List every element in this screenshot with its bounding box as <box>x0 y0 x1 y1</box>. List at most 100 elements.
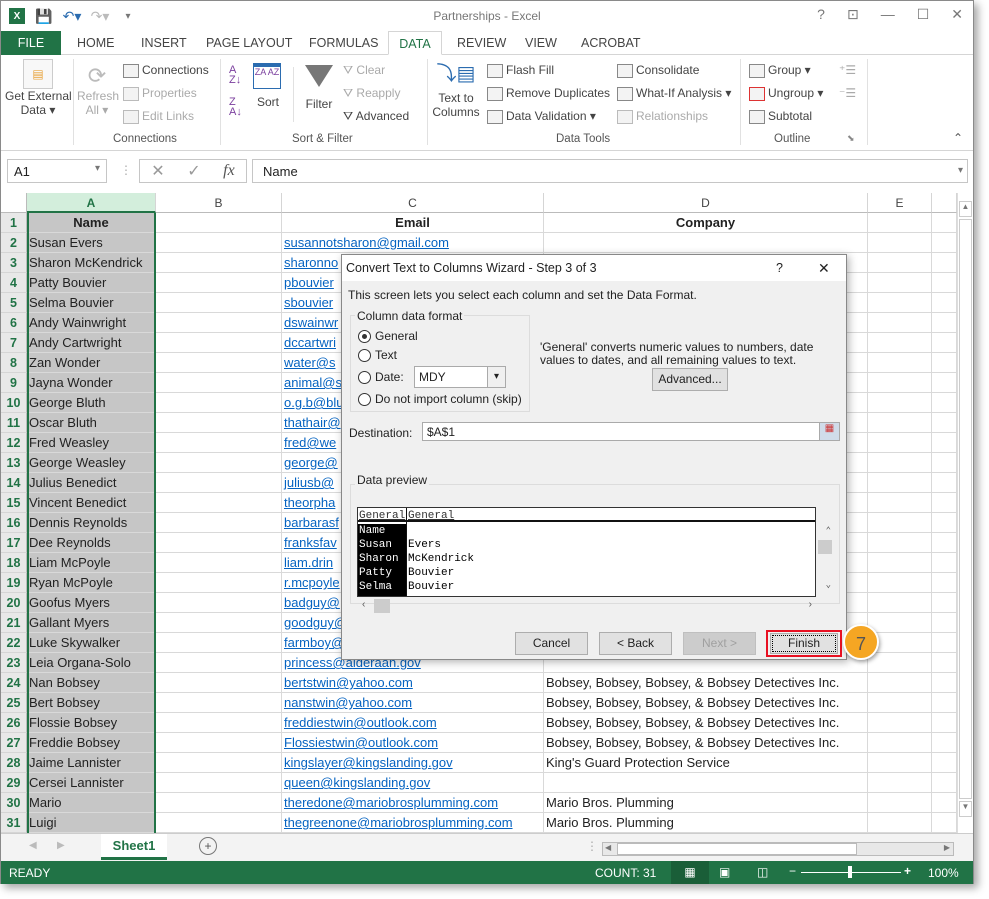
cell-f[interactable] <box>932 473 957 493</box>
row-header[interactable]: 27 <box>1 733 27 753</box>
cell-f[interactable] <box>932 513 957 533</box>
radio-text-indicator[interactable] <box>358 348 371 362</box>
sort-button[interactable]: ZA AZ Sort <box>253 63 283 109</box>
row-header[interactable]: 4 <box>1 273 27 293</box>
cell-f[interactable] <box>932 353 957 373</box>
row-header[interactable]: 19 <box>1 573 27 593</box>
cell-e[interactable] <box>868 333 932 353</box>
formula-input[interactable]: Name <box>252 159 968 183</box>
column-header-a[interactable]: A <box>27 193 156 213</box>
cell-email[interactable]: nanstwin@yahoo.com <box>282 693 544 713</box>
cell-b[interactable] <box>156 373 282 393</box>
cell-b[interactable] <box>156 693 282 713</box>
row-header[interactable]: 22 <box>1 633 27 653</box>
cell-f[interactable] <box>932 813 957 833</box>
cell-f[interactable] <box>932 653 957 673</box>
cell-e[interactable] <box>868 733 932 753</box>
cell-b[interactable] <box>156 253 282 273</box>
preview-scroll-up-icon[interactable]: ⌃ <box>826 526 831 536</box>
cell-e[interactable] <box>868 213 932 233</box>
cancel-button[interactable]: Cancel <box>515 632 588 655</box>
row-header[interactable]: 11 <box>1 413 27 433</box>
tab-view[interactable]: VIEW <box>521 31 561 55</box>
cell-b[interactable] <box>156 313 282 333</box>
row-header[interactable]: 17 <box>1 533 27 553</box>
insert-function-icon[interactable]: fx <box>223 162 235 180</box>
tab-data[interactable]: DATA <box>388 31 442 55</box>
range-selector-icon[interactable]: ▦ <box>819 423 839 440</box>
cell-b[interactable] <box>156 393 282 413</box>
confirm-entry-icon[interactable]: ✓ <box>187 161 200 181</box>
get-external-data-button[interactable]: ▤ Get External Data ▾ <box>5 59 72 117</box>
row-header[interactable]: 23 <box>1 653 27 673</box>
row-header[interactable]: 9 <box>1 373 27 393</box>
radio-date-indicator[interactable] <box>358 370 371 384</box>
radio-general-indicator[interactable] <box>358 329 371 343</box>
cell-f[interactable] <box>932 433 957 453</box>
refresh-all-button[interactable]: ⟳ Refresh All ▾ <box>77 63 119 117</box>
row-header[interactable]: 26 <box>1 713 27 733</box>
cell-b[interactable] <box>156 653 282 673</box>
zoom-level[interactable]: 100% <box>928 866 959 880</box>
subtotal-button[interactable]: Subtotal <box>749 109 812 124</box>
data-preview-table[interactable]: General General Name Susan Evers Sharon McKe… <box>357 507 831 597</box>
scroll-left-icon[interactable]: ◀ <box>605 843 611 852</box>
zoom-in-icon[interactable]: + <box>904 864 911 878</box>
cell-e[interactable] <box>868 573 932 593</box>
row-header[interactable]: 13 <box>1 453 27 473</box>
tab-review[interactable]: REVIEW <box>453 31 510 55</box>
h-scroll-thumb[interactable] <box>617 843 857 855</box>
cell-e[interactable] <box>868 753 932 773</box>
cell-e[interactable] <box>868 453 932 473</box>
cell-b[interactable] <box>156 773 282 793</box>
preview-v-thumb[interactable] <box>818 540 832 554</box>
column-header-d[interactable]: D <box>544 193 868 213</box>
row-header[interactable]: 20 <box>1 593 27 613</box>
row-header[interactable]: 6 <box>1 313 27 333</box>
cell-email[interactable]: freddiestwin@outlook.com <box>282 713 544 733</box>
cell-e[interactable] <box>868 353 932 373</box>
chevron-down-icon[interactable]: ▾ <box>487 367 505 387</box>
cell-f[interactable] <box>932 693 957 713</box>
cell-f[interactable] <box>932 613 957 633</box>
prev-sheet-icon[interactable]: ◀ <box>29 840 37 851</box>
tab-home[interactable]: HOME <box>73 31 119 55</box>
cell-b[interactable] <box>156 673 282 693</box>
reapply-button[interactable]: ⛛ Reapply <box>343 86 400 101</box>
back-button[interactable]: < Back <box>599 632 672 655</box>
cell-b[interactable] <box>156 453 282 473</box>
cell-e[interactable] <box>868 393 932 413</box>
cell-f[interactable] <box>932 213 957 233</box>
cell-b[interactable] <box>156 573 282 593</box>
cell-b[interactable] <box>156 553 282 573</box>
row-header[interactable]: 7 <box>1 333 27 353</box>
cell-e[interactable] <box>868 293 932 313</box>
preview-scroll-left-icon[interactable]: ‹ <box>362 599 365 610</box>
cell-email[interactable]: susannotsharon@gmail.com <box>282 233 544 253</box>
advanced-button[interactable]: Advanced... <box>652 368 728 391</box>
row-header[interactable]: 28 <box>1 753 27 773</box>
close-icon[interactable]: ✕ <box>951 6 963 23</box>
cell-e[interactable] <box>868 673 932 693</box>
cell-company[interactable]: King's Guard Protection Service <box>544 753 868 773</box>
cell-b[interactable] <box>156 593 282 613</box>
scroll-thumb[interactable] <box>959 219 972 799</box>
preview-scroll-down-icon[interactable]: ⌄ <box>826 580 831 590</box>
cell-b[interactable] <box>156 753 282 773</box>
cell-f[interactable] <box>932 413 957 433</box>
clear-button[interactable]: ⛛ Clear <box>343 63 385 78</box>
next-button[interactable]: Next > <box>683 632 756 655</box>
cell-e[interactable] <box>868 553 932 573</box>
cell-email[interactable]: theredone@mariobrosplumming.com <box>282 793 544 813</box>
scroll-down-icon[interactable]: ▼ <box>959 801 972 817</box>
minimize-icon[interactable]: — <box>881 6 895 23</box>
cell-f[interactable] <box>932 373 957 393</box>
cell-e[interactable] <box>868 613 932 633</box>
cell-b[interactable] <box>156 293 282 313</box>
select-all-corner[interactable] <box>1 193 27 213</box>
cell-company[interactable]: Bobsey, Bobsey, Bobsey, & Bobsey Detecti… <box>544 713 868 733</box>
expand-formula-bar-icon[interactable]: ▾ <box>958 165 963 176</box>
cell-b[interactable] <box>156 613 282 633</box>
tab-acrobat[interactable]: ACROBAT <box>577 31 645 55</box>
tab-insert[interactable]: INSERT <box>137 31 191 55</box>
